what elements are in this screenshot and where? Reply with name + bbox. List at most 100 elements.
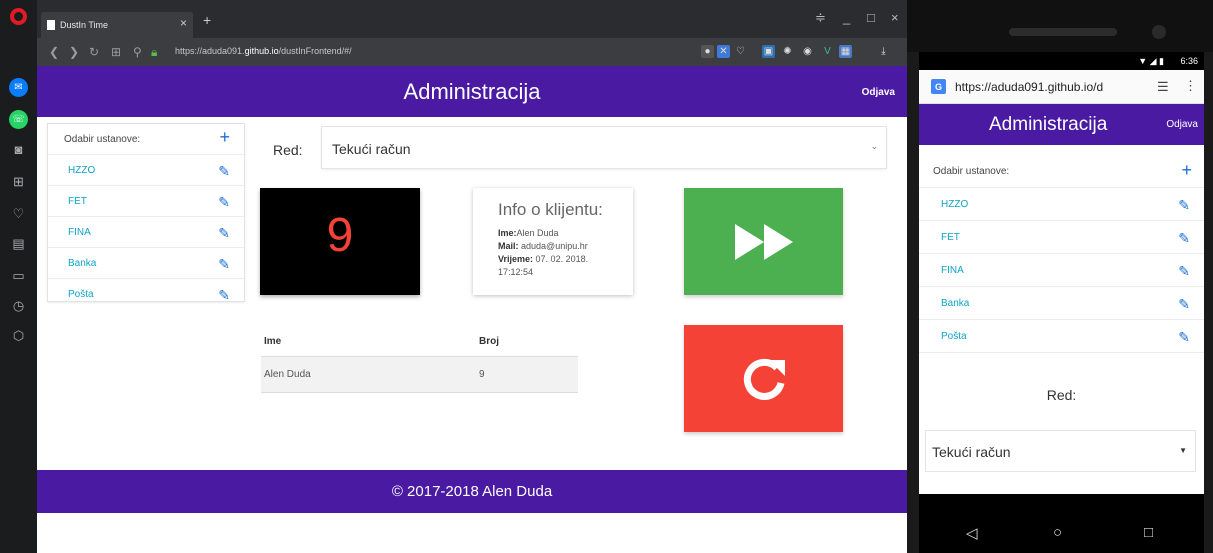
institution-name[interactable]: Banka bbox=[68, 258, 96, 269]
institution-name[interactable]: FET bbox=[68, 196, 87, 207]
maximize-button[interactable]: □ bbox=[867, 10, 875, 25]
forward-icon[interactable]: ❯ bbox=[69, 45, 79, 59]
edit-pencil-icon[interactable]: ✎ bbox=[1178, 197, 1190, 214]
queue-selected-value: Tekući račun bbox=[332, 141, 411, 157]
camera-icon[interactable]: ◙ bbox=[9, 140, 28, 159]
mobile-institution-header: Odabir ustanove: + bbox=[919, 156, 1204, 188]
desktop-browser-window: ✉ ☏ ◙ ⊞ ♡ ▤ ▭ ◷ ⬡ DustIn Time × + ≑ _ □ … bbox=[0, 0, 907, 553]
institution-name[interactable]: FET bbox=[941, 232, 960, 243]
speed-dial-icon[interactable]: ⊞ bbox=[9, 172, 28, 191]
extension-icon[interactable]: ▣ bbox=[762, 45, 775, 58]
institution-item[interactable]: Pošta ✎ bbox=[48, 279, 244, 310]
mobile-queue-label: Red: bbox=[1046, 387, 1077, 403]
institution-name[interactable]: HZZO bbox=[941, 199, 968, 210]
edit-pencil-icon[interactable]: ✎ bbox=[218, 287, 230, 304]
adblock-icon[interactable]: ● bbox=[701, 45, 714, 58]
institution-item[interactable]: FET ✎ bbox=[48, 186, 244, 217]
web-page: Administracija Odjava Odabir ustanove: +… bbox=[37, 66, 907, 553]
vue-devtools-icon[interactable]: V bbox=[821, 45, 834, 58]
search-icon[interactable]: ⚲ bbox=[133, 45, 142, 59]
table-cell-name: Alen Duda bbox=[264, 369, 311, 380]
table-header-number: Broj bbox=[479, 336, 499, 347]
edit-pencil-icon[interactable]: ✎ bbox=[1178, 230, 1190, 247]
edit-pencil-icon[interactable]: ✎ bbox=[1178, 329, 1190, 346]
wifi-battery-icon: ▼ ◢ ▮ bbox=[1138, 56, 1164, 66]
minimize-button[interactable]: _ bbox=[843, 10, 850, 25]
institution-item[interactable]: HZZO ✎ bbox=[48, 155, 244, 186]
whatsapp-icon[interactable]: ☏ bbox=[9, 110, 28, 129]
address-bar: ❮ ❯ ↻ ⊞ ⚲ 🔒︎ https://aduda091.github.io/… bbox=[37, 38, 907, 66]
phone-speaker bbox=[1009, 28, 1117, 36]
footer-copyright: © 2017-2018 Alen Duda bbox=[391, 483, 553, 500]
institution-name[interactable]: HZZO bbox=[68, 165, 95, 176]
edit-pencil-icon[interactable]: ✎ bbox=[218, 256, 230, 273]
mobile-page-title: Administracija bbox=[989, 114, 1108, 135]
current-number: 9 bbox=[326, 209, 354, 262]
fast-forward-icon bbox=[684, 188, 843, 295]
browser-tab[interactable]: DustIn Time × bbox=[41, 12, 193, 38]
phone-time: 6:36 bbox=[1180, 56, 1198, 66]
mobile-institution-item[interactable]: Pošta ✎ bbox=[919, 321, 1204, 353]
speed-dial-icon[interactable]: ⊞ bbox=[111, 45, 121, 59]
download-icon[interactable]: ⤓ bbox=[877, 45, 890, 58]
mobile-url[interactable]: https://aduda091.github.io/d bbox=[955, 80, 1103, 94]
overflow-menu-icon[interactable]: ⋮ bbox=[1184, 78, 1197, 94]
tab-menu-icon[interactable]: ≑ bbox=[815, 10, 826, 26]
reload-icon[interactable]: ↻ bbox=[89, 45, 99, 59]
google-translate-icon[interactable]: G bbox=[931, 79, 946, 94]
bookmark-heart-icon[interactable]: ♡ bbox=[734, 45, 747, 58]
mobile-institution-item[interactable]: HZZO ✎ bbox=[919, 189, 1204, 221]
institution-item[interactable]: FINA ✎ bbox=[48, 217, 244, 248]
back-triangle-icon[interactable]: ◁ bbox=[966, 524, 978, 542]
messenger-icon[interactable]: ✉ bbox=[9, 78, 28, 97]
phone-device: ▼ ◢ ▮ 6:36 G https://aduda091.github.io/… bbox=[907, 0, 1213, 553]
recents-square-icon[interactable]: □ bbox=[1144, 524, 1153, 541]
institution-name[interactable]: Banka bbox=[941, 298, 969, 309]
mobile-institution-item[interactable]: Banka ✎ bbox=[919, 288, 1204, 320]
back-icon[interactable]: ❮ bbox=[49, 45, 59, 59]
news-icon[interactable]: ▤ bbox=[9, 234, 28, 253]
extension-puzzle-icon[interactable]: ▦ bbox=[839, 45, 852, 58]
reset-queue-button[interactable] bbox=[684, 325, 843, 432]
institution-item[interactable]: Banka ✎ bbox=[48, 248, 244, 279]
new-tab-icon[interactable]: + bbox=[203, 12, 211, 28]
history-clock-icon[interactable]: ◷ bbox=[9, 296, 28, 315]
document-favicon-icon bbox=[47, 20, 55, 30]
logout-link[interactable]: Odjava bbox=[862, 87, 895, 98]
add-institution-plus-icon[interactable]: + bbox=[219, 127, 230, 148]
client-info-card: Info o klijentu: Ime:Alen Duda Mail: adu… bbox=[473, 188, 633, 295]
react-devtools-icon[interactable]: ✺ bbox=[781, 45, 794, 58]
mobile-institution-item[interactable]: FINA ✎ bbox=[919, 255, 1204, 287]
extension-dot-icon[interactable]: ◉ bbox=[801, 45, 814, 58]
queue-select[interactable]: Tekući račun ⌄ bbox=[321, 126, 887, 169]
mobile-institution-item[interactable]: FET ✎ bbox=[919, 222, 1204, 254]
tabs-icon[interactable]: ▭ bbox=[9, 266, 28, 285]
vpn-icon[interactable]: ✕ bbox=[717, 45, 730, 58]
app-header: Administracija Odjava bbox=[37, 66, 907, 117]
add-institution-plus-icon[interactable]: + bbox=[1181, 160, 1192, 181]
edit-pencil-icon[interactable]: ✎ bbox=[1178, 296, 1190, 313]
screenshot-root: ✉ ☏ ◙ ⊞ ♡ ▤ ▭ ◷ ⬡ DustIn Time × + ≑ _ □ … bbox=[0, 0, 1213, 553]
current-number-display: 9 bbox=[260, 188, 420, 295]
edit-pencil-icon[interactable]: ✎ bbox=[218, 163, 230, 180]
edit-pencil-icon[interactable]: ✎ bbox=[218, 225, 230, 242]
tab-close-icon[interactable]: × bbox=[180, 16, 187, 30]
extensions-cube-icon[interactable]: ⬡ bbox=[9, 326, 28, 345]
institution-name[interactable]: Pošta bbox=[68, 289, 94, 300]
home-circle-icon[interactable]: ○ bbox=[1053, 524, 1062, 541]
tabs-icon[interactable]: ☰ bbox=[1157, 79, 1169, 95]
phone-status-bar: ▼ ◢ ▮ 6:36 bbox=[919, 52, 1204, 70]
institution-name[interactable]: FINA bbox=[68, 227, 91, 238]
institution-name[interactable]: FINA bbox=[941, 265, 964, 276]
mobile-logout-link[interactable]: Odjava bbox=[1166, 119, 1198, 130]
url-text[interactable]: https://aduda091.github.io/dustInFronten… bbox=[175, 46, 352, 56]
edit-pencil-icon[interactable]: ✎ bbox=[1178, 263, 1190, 280]
edit-pencil-icon[interactable]: ✎ bbox=[218, 194, 230, 211]
close-window-button[interactable]: × bbox=[891, 10, 899, 25]
mobile-queue-select[interactable]: Tekući račun ▼ bbox=[925, 430, 1196, 472]
institution-name[interactable]: Pošta bbox=[941, 331, 967, 342]
bookmarks-heart-icon[interactable]: ♡ bbox=[9, 204, 28, 223]
institution-list: Odabir ustanove: + HZZO ✎ FET ✎ FINA ✎ B… bbox=[47, 123, 245, 303]
opera-logo-icon[interactable] bbox=[10, 8, 27, 25]
next-client-button[interactable] bbox=[684, 188, 843, 295]
